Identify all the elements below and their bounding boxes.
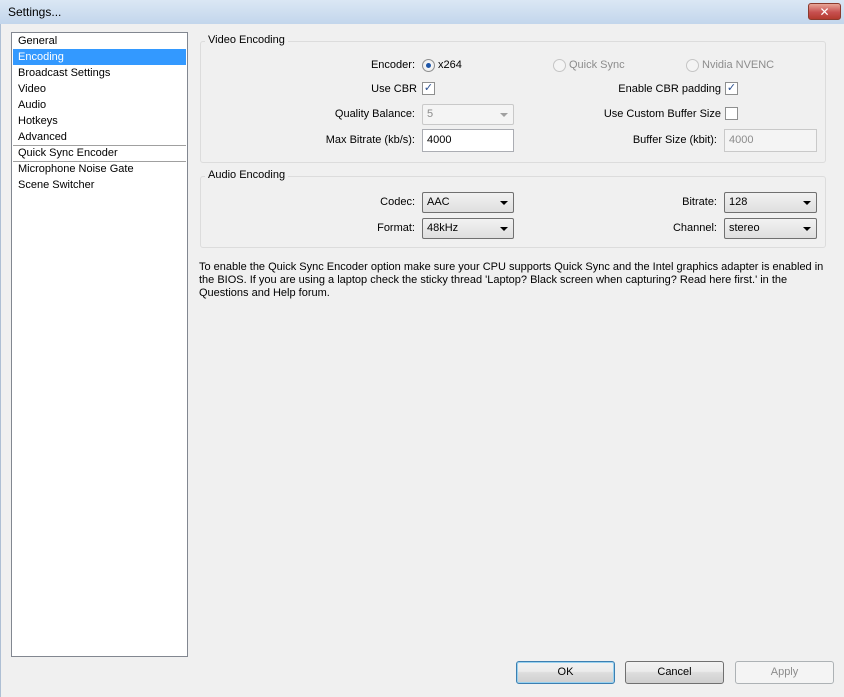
window-title: Settings... [8, 5, 62, 19]
codec-label: Codec: [380, 196, 415, 208]
codec-dropdown[interactable]: AAC [422, 192, 514, 213]
max-bitrate-label: Max Bitrate (kb/s): [325, 134, 415, 146]
sidebar-item-quick-sync-encoder[interactable]: Quick Sync Encoder [13, 145, 186, 161]
encoder-quick-sync-label: Quick Sync [569, 59, 625, 71]
bitrate-dropdown[interactable]: 128 [724, 192, 817, 213]
audio-encoding-title: Audio Encoding [205, 169, 289, 181]
max-bitrate-input[interactable]: 4000 [422, 129, 514, 152]
close-icon: ✕ [819, 5, 830, 19]
dialog-client: General Encoding Broadcast Settings Vide… [0, 24, 844, 697]
chevron-down-icon [803, 201, 811, 205]
quality-balance-label: Quality Balance: [334, 108, 415, 120]
encoder-nvidia-nvenc-radio[interactable] [686, 59, 699, 72]
title-bar: Settings... ✕ [0, 0, 844, 24]
sidebar-item-broadcast-settings[interactable]: Broadcast Settings [13, 65, 186, 81]
settings-category-list: General Encoding Broadcast Settings Vide… [11, 32, 188, 657]
buffer-size-label: Buffer Size (kbit): [632, 134, 717, 146]
codec-value: AAC [427, 196, 450, 208]
chevron-down-icon [500, 227, 508, 231]
sidebar-item-microphone-noise-gate[interactable]: Microphone Noise Gate [13, 161, 186, 177]
chevron-down-icon [500, 201, 508, 205]
encoder-label: Encoder: [370, 59, 415, 71]
channel-label: Channel: [672, 222, 717, 234]
chevron-down-icon [803, 227, 811, 231]
quick-sync-help-text: To enable the Quick Sync Encoder option … [199, 261, 824, 299]
sidebar-item-audio[interactable]: Audio [13, 97, 186, 113]
quality-balance-dropdown[interactable]: 5 [422, 104, 514, 125]
use-custom-buffer-checkbox[interactable] [725, 107, 738, 120]
ok-button[interactable]: OK [516, 661, 615, 684]
bitrate-value: 128 [729, 196, 748, 208]
checkmark-icon: ✓ [726, 82, 737, 94]
enable-cbr-padding-checkbox[interactable]: ✓ [725, 82, 738, 95]
use-cbr-label: Use CBR [371, 83, 417, 95]
sidebar-item-video[interactable]: Video [13, 81, 186, 97]
radio-selected-dot [426, 63, 431, 68]
quality-balance-value: 5 [427, 108, 434, 120]
buffer-size-input[interactable]: 4000 [724, 129, 817, 152]
format-dropdown[interactable]: 48kHz [422, 218, 514, 239]
chevron-down-icon [500, 113, 508, 117]
channel-value: stereo [729, 222, 760, 234]
close-button[interactable]: ✕ [808, 3, 841, 20]
encoder-nvidia-nvenc-label: Nvidia NVENC [702, 59, 775, 71]
encoder-x264-label: x264 [438, 59, 462, 71]
sidebar-item-scene-switcher[interactable]: Scene Switcher [13, 177, 186, 193]
channel-dropdown[interactable]: stereo [724, 218, 817, 239]
video-encoding-title: Video Encoding [205, 34, 288, 46]
use-cbr-checkbox[interactable]: ✓ [422, 82, 435, 95]
apply-button[interactable]: Apply [735, 661, 834, 684]
sidebar-item-advanced[interactable]: Advanced [13, 129, 186, 145]
format-label: Format: [377, 222, 415, 234]
bitrate-label: Bitrate: [682, 196, 717, 208]
encoder-x264-radio[interactable] [422, 59, 435, 72]
sidebar-item-hotkeys[interactable]: Hotkeys [13, 113, 186, 129]
enable-cbr-padding-label: Enable CBR padding [618, 83, 721, 95]
encoder-quick-sync-radio[interactable] [553, 59, 566, 72]
sidebar-item-encoding[interactable]: Encoding [13, 49, 186, 65]
sidebar-item-general[interactable]: General [13, 33, 186, 49]
cancel-button[interactable]: Cancel [625, 661, 724, 684]
checkmark-icon: ✓ [423, 82, 434, 94]
format-value: 48kHz [427, 222, 459, 234]
use-custom-buffer-label: Use Custom Buffer Size [603, 108, 721, 120]
